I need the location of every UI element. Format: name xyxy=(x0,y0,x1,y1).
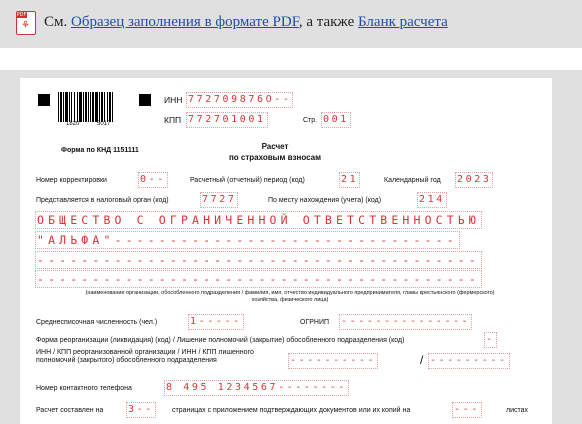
location-label: По месту нахождения (учета) (код) xyxy=(268,197,382,204)
reorg-inn-field[interactable]: ---------- xyxy=(288,353,379,369)
tax-organ-label: Представляется в налоговый орган (код) xyxy=(36,197,169,204)
inn-field[interactable]: 772709876О-- xyxy=(186,92,294,108)
pages-middle-text: страницах с приложением подтверждающих д… xyxy=(172,407,411,414)
pdf-file-icon: PDF ⚘ xyxy=(16,11,36,35)
reorg-form-field[interactable]: - xyxy=(484,332,497,348)
inn-label: ИНН xyxy=(164,95,183,105)
headcount-field[interactable]: 1----- xyxy=(188,314,244,330)
org-name-line2[interactable]: "АЛЬФА"------------------------------- xyxy=(35,231,460,249)
org-name-line4[interactable]: ---------------------------------------- xyxy=(35,270,482,288)
pages-field[interactable]: 3-- xyxy=(126,402,156,418)
corner-marker xyxy=(139,94,151,106)
correction-field[interactable]: 0-- xyxy=(138,172,168,188)
period-field[interactable]: 21 xyxy=(339,172,361,188)
barcode-number-right: 5017 xyxy=(97,121,111,127)
top-bar: PDF ⚘ См. Образец заполнения в формате P… xyxy=(0,0,582,48)
year-field[interactable]: 2023 xyxy=(455,172,494,188)
page-field[interactable]: 001 xyxy=(321,112,351,128)
year-label: Календарный год xyxy=(384,177,441,184)
form-title: Расчет по страховым взносам xyxy=(215,141,335,163)
phone-field[interactable]: 8 495 1234567-------- xyxy=(164,380,350,396)
reorg-inn-kpp-label: ИНН / КПП реорганизованной организации /… xyxy=(36,349,254,364)
kpp-label: КПП xyxy=(164,115,182,125)
period-label: Расчетный (отчетный) период (код) xyxy=(190,177,305,184)
reorg-form-label: Форма реорганизации (ликвидация) (код) /… xyxy=(36,337,405,344)
kpp-field[interactable]: 772701001 xyxy=(186,112,268,128)
ogrnip-label: ОГРНИП xyxy=(300,319,330,326)
blank-form-link[interactable]: Бланк расчета xyxy=(358,14,448,30)
org-name-line1[interactable]: ОБЩЕСТВО С ОГРАНИЧЕННОЙ ОТВЕТСТВЕННОСТЬЮ xyxy=(35,211,482,229)
knd-label: Форма по КНД 1151111 xyxy=(61,147,139,154)
correction-label: Номер корректировки xyxy=(36,177,107,184)
barcode xyxy=(58,92,114,122)
page-label: Стр. xyxy=(303,117,318,124)
corner-marker xyxy=(38,94,50,106)
also-text: , а также xyxy=(298,14,355,30)
tax-organ-field[interactable]: 7727 xyxy=(200,192,239,208)
org-name-line3[interactable]: ---------------------------------------- xyxy=(35,251,482,269)
org-name-note: (наименование организации, обособленного… xyxy=(85,290,495,303)
title-line1: Расчет xyxy=(261,142,289,151)
pages-label: Расчет составлен на xyxy=(36,407,104,414)
sample-pdf-link[interactable]: Образец заполнения в формате PDF xyxy=(71,14,299,30)
slash-separator: / xyxy=(420,353,424,367)
title-line2: по страховым взносам xyxy=(228,153,322,162)
reorg-kpp-field[interactable]: --------- xyxy=(428,353,510,369)
download-links-line: См. Образец заполнения в формате PDF, а … xyxy=(44,14,448,31)
see-prefix: См. xyxy=(44,14,68,30)
attachments-field[interactable]: --- xyxy=(452,402,482,418)
location-field[interactable]: 214 xyxy=(417,192,447,208)
phone-label: Номер контактного телефона xyxy=(36,385,132,392)
barcode-number-left: 1820 xyxy=(66,121,80,127)
sheets-label: листах xyxy=(506,407,529,414)
headcount-label: Среднесписочная численность (чел.) xyxy=(36,319,158,326)
ogrnip-field[interactable]: --------------- xyxy=(339,314,473,330)
